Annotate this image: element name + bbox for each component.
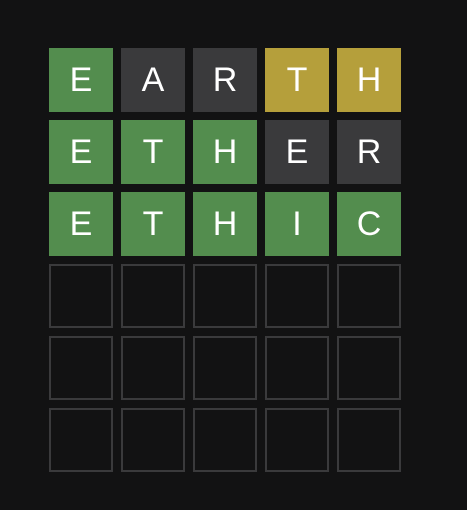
tile-r5-c2 [121,336,185,400]
tile-r4-c3 [193,264,257,328]
tile-r3-c2: T [121,192,185,256]
tile-r5-c5 [337,336,401,400]
tile-r3-c4: I [265,192,329,256]
tile-r2-c3: H [193,120,257,184]
tile-r4-c4 [265,264,329,328]
tile-r4-c2 [121,264,185,328]
tile-r2-c4: E [265,120,329,184]
tile-r1-c5: H [337,48,401,112]
tile-r3-c1: E [49,192,113,256]
tile-r1-c1: E [49,48,113,112]
tile-r2-c5: R [337,120,401,184]
tile-r2-c1: E [49,120,113,184]
tile-r4-c5 [337,264,401,328]
tile-r3-c3: H [193,192,257,256]
tile-r5-c1 [49,336,113,400]
tile-r4-c1 [49,264,113,328]
tile-r6-c1 [49,408,113,472]
tile-r6-c4 [265,408,329,472]
tile-r6-c5 [337,408,401,472]
tile-r1-c4: T [265,48,329,112]
tile-r3-c5: C [337,192,401,256]
game-board: E A R T H E T H E R E T H I C [49,48,401,472]
tile-r6-c3 [193,408,257,472]
tile-r1-c2: A [121,48,185,112]
tile-r1-c3: R [193,48,257,112]
tile-r2-c2: T [121,120,185,184]
tile-r5-c4 [265,336,329,400]
tile-r5-c3 [193,336,257,400]
tile-r6-c2 [121,408,185,472]
